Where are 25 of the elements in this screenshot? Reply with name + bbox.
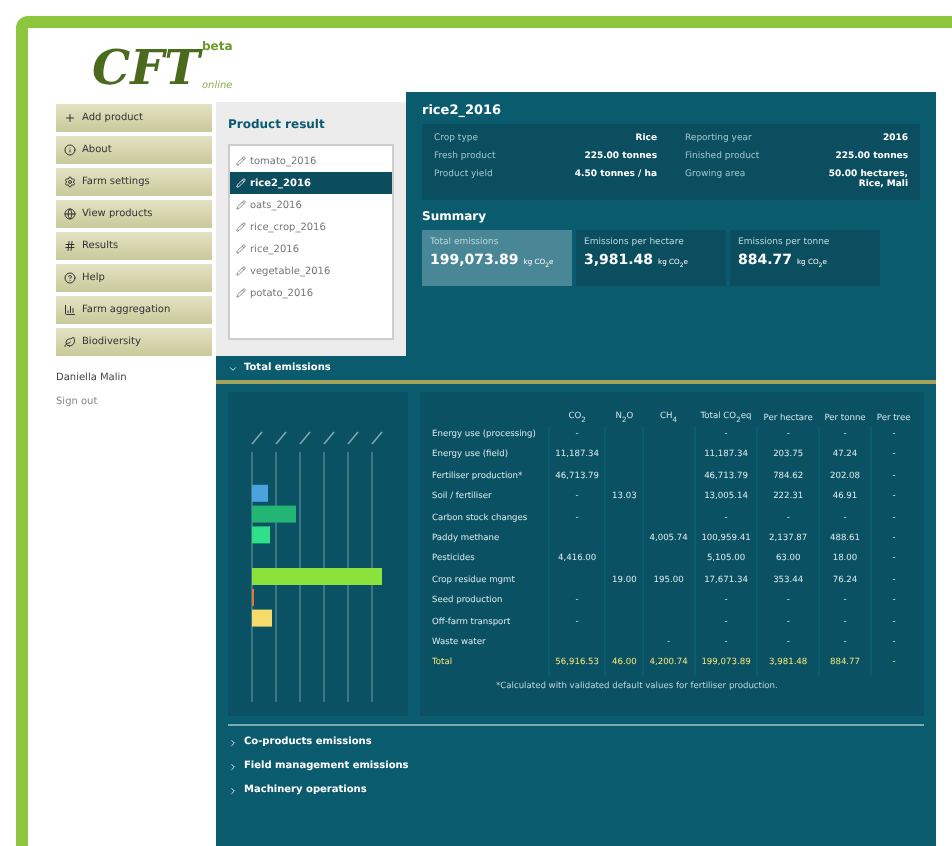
chevron-right-icon — [228, 785, 238, 795]
chart-bar — [252, 568, 382, 585]
plus-icon — [64, 112, 76, 124]
hash-icon — [64, 240, 76, 252]
bar-chart-icon — [64, 304, 76, 316]
pencil-icon — [236, 156, 246, 166]
chevron-right-icon — [228, 761, 238, 771]
info-icon — [64, 144, 76, 156]
pencil-icon — [236, 266, 246, 276]
pencil-icon — [236, 178, 246, 188]
pencil-icon — [236, 288, 246, 298]
pencil-icon — [236, 222, 246, 232]
chevron-down-icon — [228, 363, 238, 373]
chart-bar — [252, 526, 270, 544]
chart-bar — [252, 505, 296, 523]
pencil-icon — [236, 244, 246, 254]
pencil-icon — [236, 200, 246, 210]
logo-name: CFT — [92, 44, 200, 92]
leaf-icon — [64, 336, 76, 348]
chart-bar — [252, 609, 272, 627]
chart-bar — [252, 484, 268, 502]
chevron-right-icon — [228, 737, 238, 747]
globe-icon — [64, 208, 76, 220]
help-icon — [64, 272, 76, 284]
settings-icon — [64, 176, 76, 188]
